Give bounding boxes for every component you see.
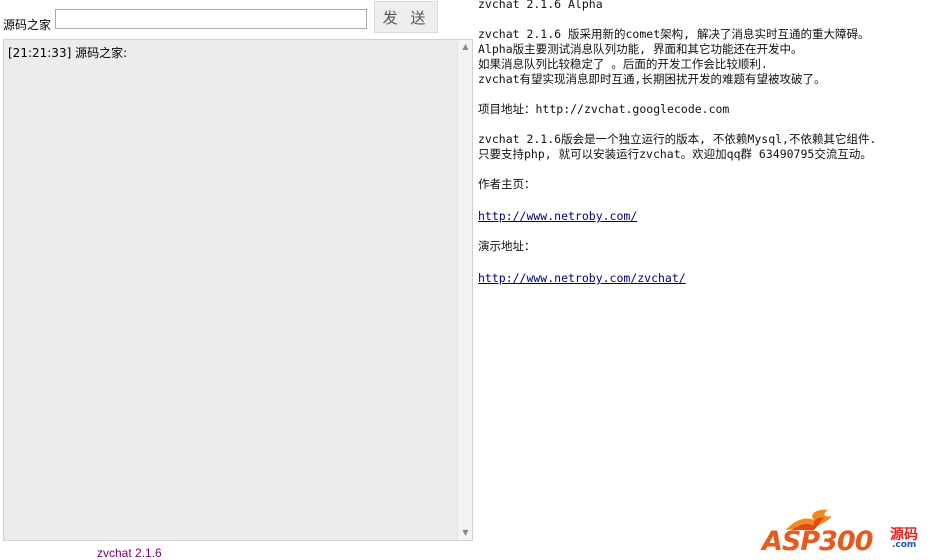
message-item: [21:21:33] 源码之家: — [8, 44, 452, 61]
demo-label: 演示地址： — [478, 239, 536, 253]
scroll-up-arrow-icon[interactable]: ▲ — [458, 40, 473, 54]
asp300-logo: ASP300 源码 .com — [762, 506, 931, 560]
info-line: zvchat 2.1.6版会是一个独立运行的版本, 不依赖Mysql,不依赖其它… — [478, 132, 877, 146]
author-label: 作者主页： — [478, 177, 536, 191]
message-list: [21:21:33] 源码之家: — [8, 44, 452, 61]
scroll-down-arrow-icon[interactable]: ▼ — [458, 526, 473, 540]
project-address: 项目地址：http://zvchat.googlecode.com — [478, 102, 730, 116]
send-button[interactable]: 发 送 — [374, 1, 438, 33]
author-link[interactable]: http://www.netroby.com/ — [478, 209, 637, 223]
info-line: 只要支持php, 就可以安装运行zvchat。欢迎加qq群 63490795交流… — [478, 147, 872, 161]
logo-com-text: .com — [892, 540, 917, 550]
info-line: zvchat有望实现消息即时互通,长期困扰开发的难题有望被攻破了。 — [478, 72, 826, 86]
info-line: Alpha版主要测试消息队列功能, 界面和其它功能还在开发中。 — [478, 42, 803, 56]
version-label: zvchat 2.1.6 — [97, 546, 162, 560]
info-heading: zvchat 2.1.6 Alpha — [478, 0, 603, 11]
username-label: 源码之家 — [3, 18, 52, 32]
info-line: 如果消息队列比较稳定了 。后面的开发工作会比较顺利. — [478, 57, 768, 71]
message-input[interactable] — [55, 9, 367, 29]
logo-brand-text: ASP300 — [762, 526, 873, 557]
info-line: zvchat 2.1.6 版采用新的comet架构, 解决了消息实时互通的重大障… — [478, 27, 870, 41]
info-panel: zvchat 2.1.6 Alpha zvchat 2.1.6 版采用新的com… — [478, 0, 931, 286]
chat-scrollbar[interactable]: ▲ ▼ — [457, 40, 472, 540]
message-text: 源码之家: — [75, 46, 128, 60]
demo-link[interactable]: http://www.netroby.com/zvchat/ — [478, 271, 686, 285]
chat-message-area[interactable]: [21:21:33] 源码之家: ▲ ▼ — [3, 39, 473, 541]
message-time: [21:21:33] — [8, 46, 72, 60]
